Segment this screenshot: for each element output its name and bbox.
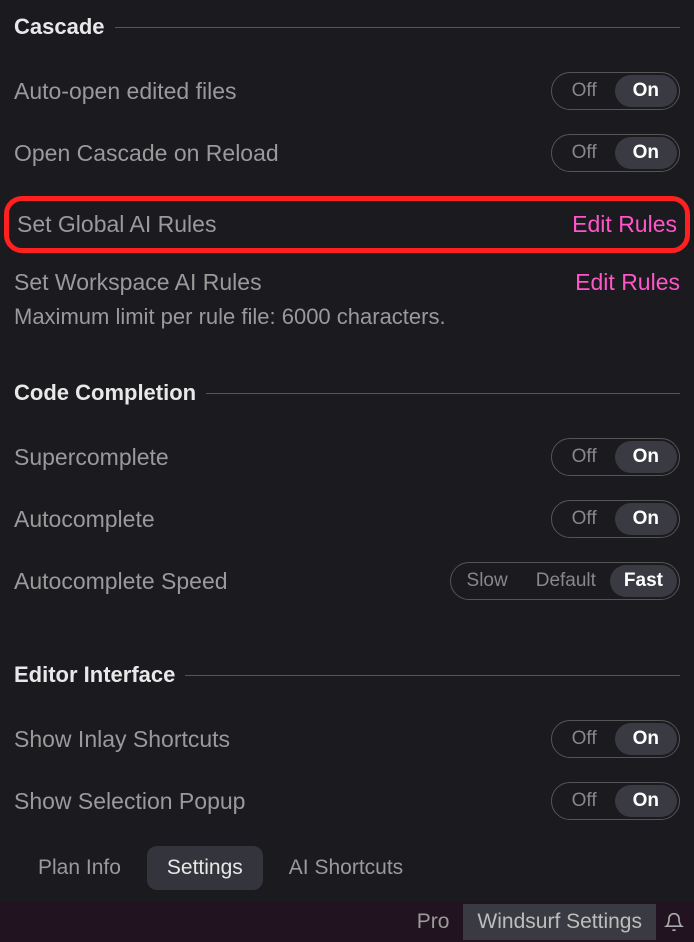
section-header-code-completion: Code Completion <box>14 380 680 406</box>
section-rule <box>115 27 680 28</box>
toggle-on[interactable]: On <box>615 441 677 473</box>
section-header-editor-interface: Editor Interface <box>14 662 680 688</box>
section-header-cascade: Cascade <box>14 14 680 40</box>
section-editor-interface: Editor Interface Show Inlay Shortcuts Of… <box>14 662 680 832</box>
toggle-open-reload[interactable]: Off On <box>551 134 680 172</box>
status-windsurf-settings[interactable]: Windsurf Settings <box>463 904 656 940</box>
setting-label: Set Global AI Rules <box>17 211 216 238</box>
row-auto-open-edited-files: Auto-open edited files Off On <box>14 60 680 122</box>
row-inlay-shortcuts: Show Inlay Shortcuts Off On <box>14 708 680 770</box>
toggle-selection-popup[interactable]: Off On <box>551 782 680 820</box>
edit-rules-link-global[interactable]: Edit Rules <box>572 211 677 238</box>
toggle-auto-open[interactable]: Off On <box>551 72 680 110</box>
section-rule <box>185 675 680 676</box>
toggle-on[interactable]: On <box>615 137 677 169</box>
status-bar: Pro Windsurf Settings <box>0 902 694 942</box>
row-supercomplete: Supercomplete Off On <box>14 426 680 488</box>
status-pro[interactable]: Pro <box>403 904 464 940</box>
toggle-autocomplete[interactable]: Off On <box>551 500 680 538</box>
setting-label: Autocomplete <box>14 506 155 533</box>
setting-label: Open Cascade on Reload <box>14 140 279 167</box>
toggle-on[interactable]: On <box>615 785 677 817</box>
tab-plan-info[interactable]: Plan Info <box>18 846 141 890</box>
row-autocomplete: Autocomplete Off On <box>14 488 680 550</box>
section-title: Cascade <box>14 14 105 40</box>
toggle-on[interactable]: On <box>615 723 677 755</box>
bell-icon[interactable] <box>664 911 684 933</box>
section-cascade: Cascade Auto-open edited files Off On Op… <box>14 14 680 330</box>
toggle-off[interactable]: Off <box>554 503 615 535</box>
bottom-tabs: Plan Info Settings AI Shortcuts <box>0 840 694 902</box>
setting-label: Supercomplete <box>14 444 169 471</box>
rules-note: Maximum limit per rule file: 6000 charac… <box>14 304 680 330</box>
toggle-off[interactable]: Off <box>554 137 615 169</box>
setting-label: Set Workspace AI Rules <box>14 269 262 296</box>
toggle-off[interactable]: Off <box>554 441 615 473</box>
speed-default[interactable]: Default <box>522 565 610 597</box>
tab-settings[interactable]: Settings <box>147 846 263 890</box>
row-autocomplete-speed: Autocomplete Speed Slow Default Fast <box>14 550 680 612</box>
speed-slow[interactable]: Slow <box>453 565 522 597</box>
highlight-global-ai-rules: Set Global AI Rules Edit Rules <box>4 196 690 253</box>
toggle-supercomplete[interactable]: Off On <box>551 438 680 476</box>
section-title: Code Completion <box>14 380 196 406</box>
setting-label: Autocomplete Speed <box>14 568 228 595</box>
speed-fast[interactable]: Fast <box>610 565 677 597</box>
toggle-speed[interactable]: Slow Default Fast <box>450 562 680 600</box>
row-selection-popup: Show Selection Popup Off On <box>14 770 680 832</box>
row-open-cascade-reload: Open Cascade on Reload Off On <box>14 122 680 184</box>
setting-label: Auto-open edited files <box>14 78 237 105</box>
section-code-completion: Code Completion Supercomplete Off On Aut… <box>14 380 680 612</box>
section-title: Editor Interface <box>14 662 175 688</box>
toggle-inlay[interactable]: Off On <box>551 720 680 758</box>
setting-label: Show Selection Popup <box>14 788 245 815</box>
toggle-on[interactable]: On <box>615 75 677 107</box>
toggle-off[interactable]: Off <box>554 723 615 755</box>
setting-label: Show Inlay Shortcuts <box>14 726 230 753</box>
toggle-on[interactable]: On <box>615 503 677 535</box>
section-rule <box>206 393 680 394</box>
tab-ai-shortcuts[interactable]: AI Shortcuts <box>269 846 423 890</box>
edit-rules-link-workspace[interactable]: Edit Rules <box>575 269 680 296</box>
row-workspace-ai-rules: Set Workspace AI Rules Edit Rules <box>14 253 680 298</box>
toggle-off[interactable]: Off <box>554 785 615 817</box>
toggle-off[interactable]: Off <box>554 75 615 107</box>
